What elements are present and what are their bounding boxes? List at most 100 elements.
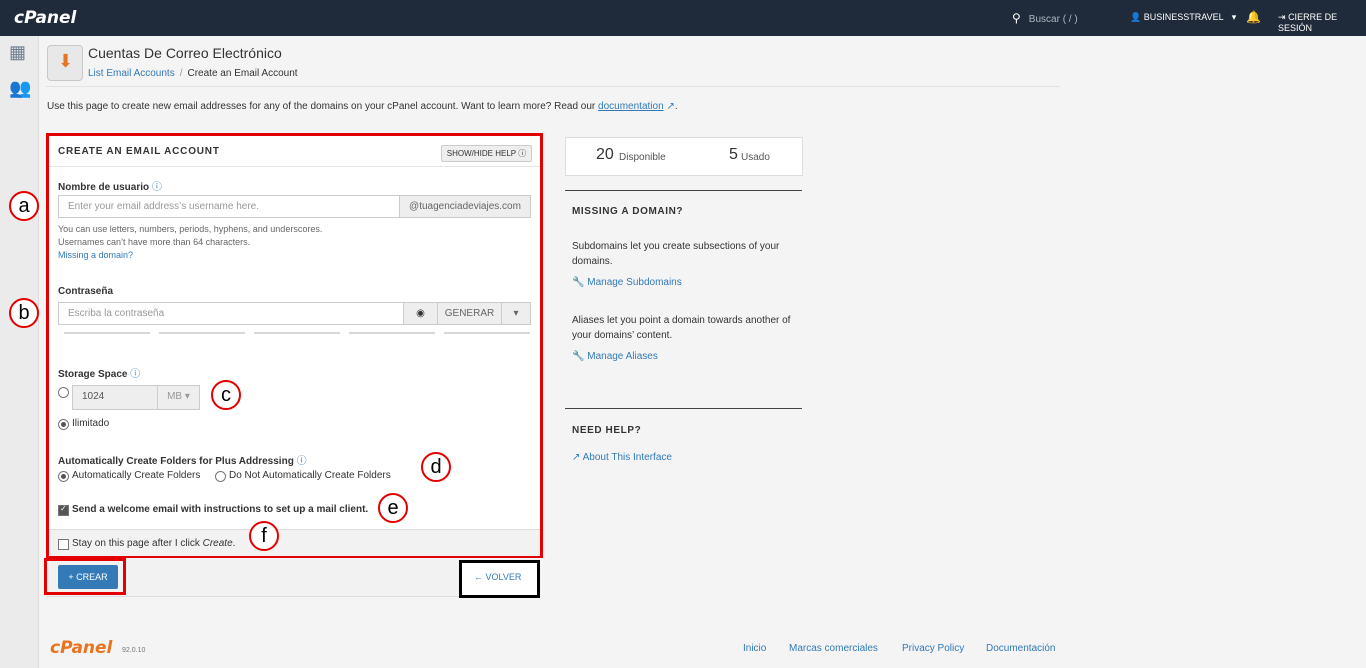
missing-domain-divider xyxy=(565,190,802,191)
create-email-form: CREATE AN EMAIL ACCOUNT SHOW/HIDE HELP ⓘ… xyxy=(46,133,543,558)
storage-quota-input[interactable]: 1024 xyxy=(72,385,158,410)
top-navbar: cPanel ⚲ Buscar ( / ) 👤 BUSINESSTRAVEL ▾ … xyxy=(0,0,1366,36)
stay-on-page-checkbox[interactable] xyxy=(58,539,69,550)
show-hide-help-button[interactable]: SHOW/HIDE HELP ⓘ xyxy=(441,145,532,162)
footer-link-trademarks[interactable]: Marcas comerciales xyxy=(789,643,878,654)
stay-label-end: . xyxy=(232,538,236,549)
auto-folders-radio[interactable] xyxy=(58,471,69,482)
need-help-title: NEED HELP? xyxy=(572,425,642,436)
welcome-email-label: Send a welcome email with instructions t… xyxy=(72,504,369,515)
create-button[interactable]: + CREAR xyxy=(58,565,118,589)
strength-bar-1 xyxy=(64,332,150,334)
strength-bar-2 xyxy=(159,332,245,334)
username-help-line1: You can use letters, numbers, periods, h… xyxy=(58,224,323,234)
strength-bar-3 xyxy=(254,332,340,334)
available-label: Disponible xyxy=(619,152,666,163)
password-placeholder: Escriba la contraseña xyxy=(68,308,165,319)
footer-cpanel-logo[interactable]: cPanel xyxy=(50,638,112,658)
plus-addressing-label-text: Automatically Create Folders for Plus Ad… xyxy=(58,456,294,467)
generate-password-button[interactable]: GENERAR xyxy=(437,302,502,325)
logout-label: CIERRE DE SESIÓN xyxy=(1278,12,1338,33)
search-box[interactable]: ⚲ Buscar ( / ) xyxy=(1012,11,1078,25)
storage-label-text: Storage Space xyxy=(58,369,128,380)
manage-subdomains-label: Manage Subdomains xyxy=(587,277,682,288)
email-app-icon: ⬇ xyxy=(47,45,83,81)
footer-link-inicio[interactable]: Inicio xyxy=(743,643,766,654)
no-auto-folders-radio[interactable] xyxy=(215,471,226,482)
question-circle-icon: ⓘ xyxy=(518,149,527,158)
header-divider xyxy=(46,86,1060,87)
used-label: Usado xyxy=(741,152,770,163)
password-label: Contraseña xyxy=(58,286,114,297)
wrench-icon: 🔧 xyxy=(572,277,585,288)
page-title: Cuentas De Correo Electrónico xyxy=(88,45,282,61)
marker-f: f xyxy=(249,521,279,551)
marker-a: a xyxy=(9,191,39,221)
account-stats: 20 Disponible 5 Usado xyxy=(565,137,803,176)
about-interface-label: About This Interface xyxy=(582,452,672,463)
stay-label-text: Stay on this page after I click xyxy=(72,538,200,549)
need-help-divider xyxy=(565,408,802,409)
footer-link-documentation[interactable]: Documentación xyxy=(986,643,1055,654)
bell-icon[interactable]: 🔔 xyxy=(1246,10,1261,24)
marker-b: b xyxy=(9,298,39,328)
users-icon[interactable]: 👥 xyxy=(9,78,31,99)
storage-unit-dropdown[interactable]: MB ▾ xyxy=(157,385,200,410)
storage-limited-radio[interactable] xyxy=(58,387,69,398)
form-header: CREATE AN EMAIL ACCOUNT SHOW/HIDE HELP ⓘ xyxy=(49,136,540,167)
available-count: 20 xyxy=(596,146,614,163)
marker-e: e xyxy=(378,493,408,523)
cpanel-logo[interactable]: cPanel xyxy=(14,8,76,28)
create-button-label: CREAR xyxy=(76,572,108,582)
username-placeholder: Enter your email address’s username here… xyxy=(68,201,260,212)
no-auto-folders-label: Do Not Automatically Create Folders xyxy=(229,470,391,481)
user-icon: 👤 xyxy=(1130,12,1142,22)
question-icon[interactable]: ⓘ xyxy=(297,456,307,467)
subdomains-text: Subdomains let you create subsections of… xyxy=(572,241,780,267)
manage-aliases-link[interactable]: 🔧 Manage Aliases xyxy=(572,351,658,362)
password-input[interactable]: Escriba la contraseña xyxy=(58,302,404,325)
external-link-icon: ↗ xyxy=(666,101,675,112)
missing-domain-title: MISSING A DOMAIN? xyxy=(572,206,684,217)
storage-unlimited-radio[interactable] xyxy=(58,419,69,430)
caret-down-icon: ▾ xyxy=(513,308,519,319)
documentation-link[interactable]: documentation xyxy=(598,101,664,112)
breadcrumb-list-email-accounts[interactable]: List Email Accounts xyxy=(88,68,175,79)
user-menu[interactable]: 👤 BUSINESSTRAVEL ▾ xyxy=(1130,12,1236,23)
form-title: CREATE AN EMAIL ACCOUNT xyxy=(58,146,220,157)
generate-options-dropdown[interactable]: ▾ xyxy=(501,302,531,325)
username-input[interactable]: Enter your email address’s username here… xyxy=(58,195,400,218)
used-count: 5 xyxy=(729,146,738,163)
intro-end: . xyxy=(674,101,678,112)
username-label-text: Nombre de usuario xyxy=(58,182,150,193)
search-icon: ⚲ xyxy=(1012,11,1021,25)
username-label: Nombre de usuario ⓘ xyxy=(58,178,162,193)
intro-body: Use this page to create new email addres… xyxy=(47,101,596,112)
question-icon[interactable]: ⓘ xyxy=(152,182,162,193)
back-button[interactable]: ← VOLVER xyxy=(474,572,521,582)
download-arrow-icon: ⬇ xyxy=(58,51,74,71)
back-button-label: VOLVER xyxy=(485,572,522,582)
grid-icon[interactable]: ▦ xyxy=(9,42,26,63)
plus-addressing-label: Automatically Create Folders for Plus Ad… xyxy=(58,452,307,467)
marker-d: d xyxy=(421,452,451,482)
logout-button[interactable]: ⇥ CIERRE DE SESIÓN xyxy=(1278,12,1366,33)
external-link-icon: ↗ xyxy=(572,452,581,463)
question-icon[interactable]: ⓘ xyxy=(130,369,140,380)
strength-bar-5 xyxy=(444,332,530,334)
domain-suffix: @tuagenciadeviajes.com xyxy=(399,195,531,218)
username-help-line2: Usernames can’t have more than 64 charac… xyxy=(58,237,251,247)
footer-version: 92.0.10 xyxy=(122,647,146,654)
welcome-email-checkbox[interactable] xyxy=(58,504,69,516)
wrench-icon: 🔧 xyxy=(572,351,585,362)
toggle-visibility-button[interactable]: ◉ xyxy=(403,302,438,325)
missing-domain-link[interactable]: Missing a domain? xyxy=(58,249,322,262)
help-button-label: SHOW/HIDE HELP xyxy=(446,149,516,158)
eye-slash-icon: ◉ xyxy=(416,308,425,319)
caret-down-icon: ▾ xyxy=(184,391,190,402)
manage-subdomains-link[interactable]: 🔧 Manage Subdomains xyxy=(572,277,682,288)
about-interface-link[interactable]: ↗ About This Interface xyxy=(572,452,672,463)
marker-c: c xyxy=(211,380,241,410)
footer-link-privacy[interactable]: Privacy Policy xyxy=(902,643,964,654)
intro-text: Use this page to create new email addres… xyxy=(47,101,678,112)
